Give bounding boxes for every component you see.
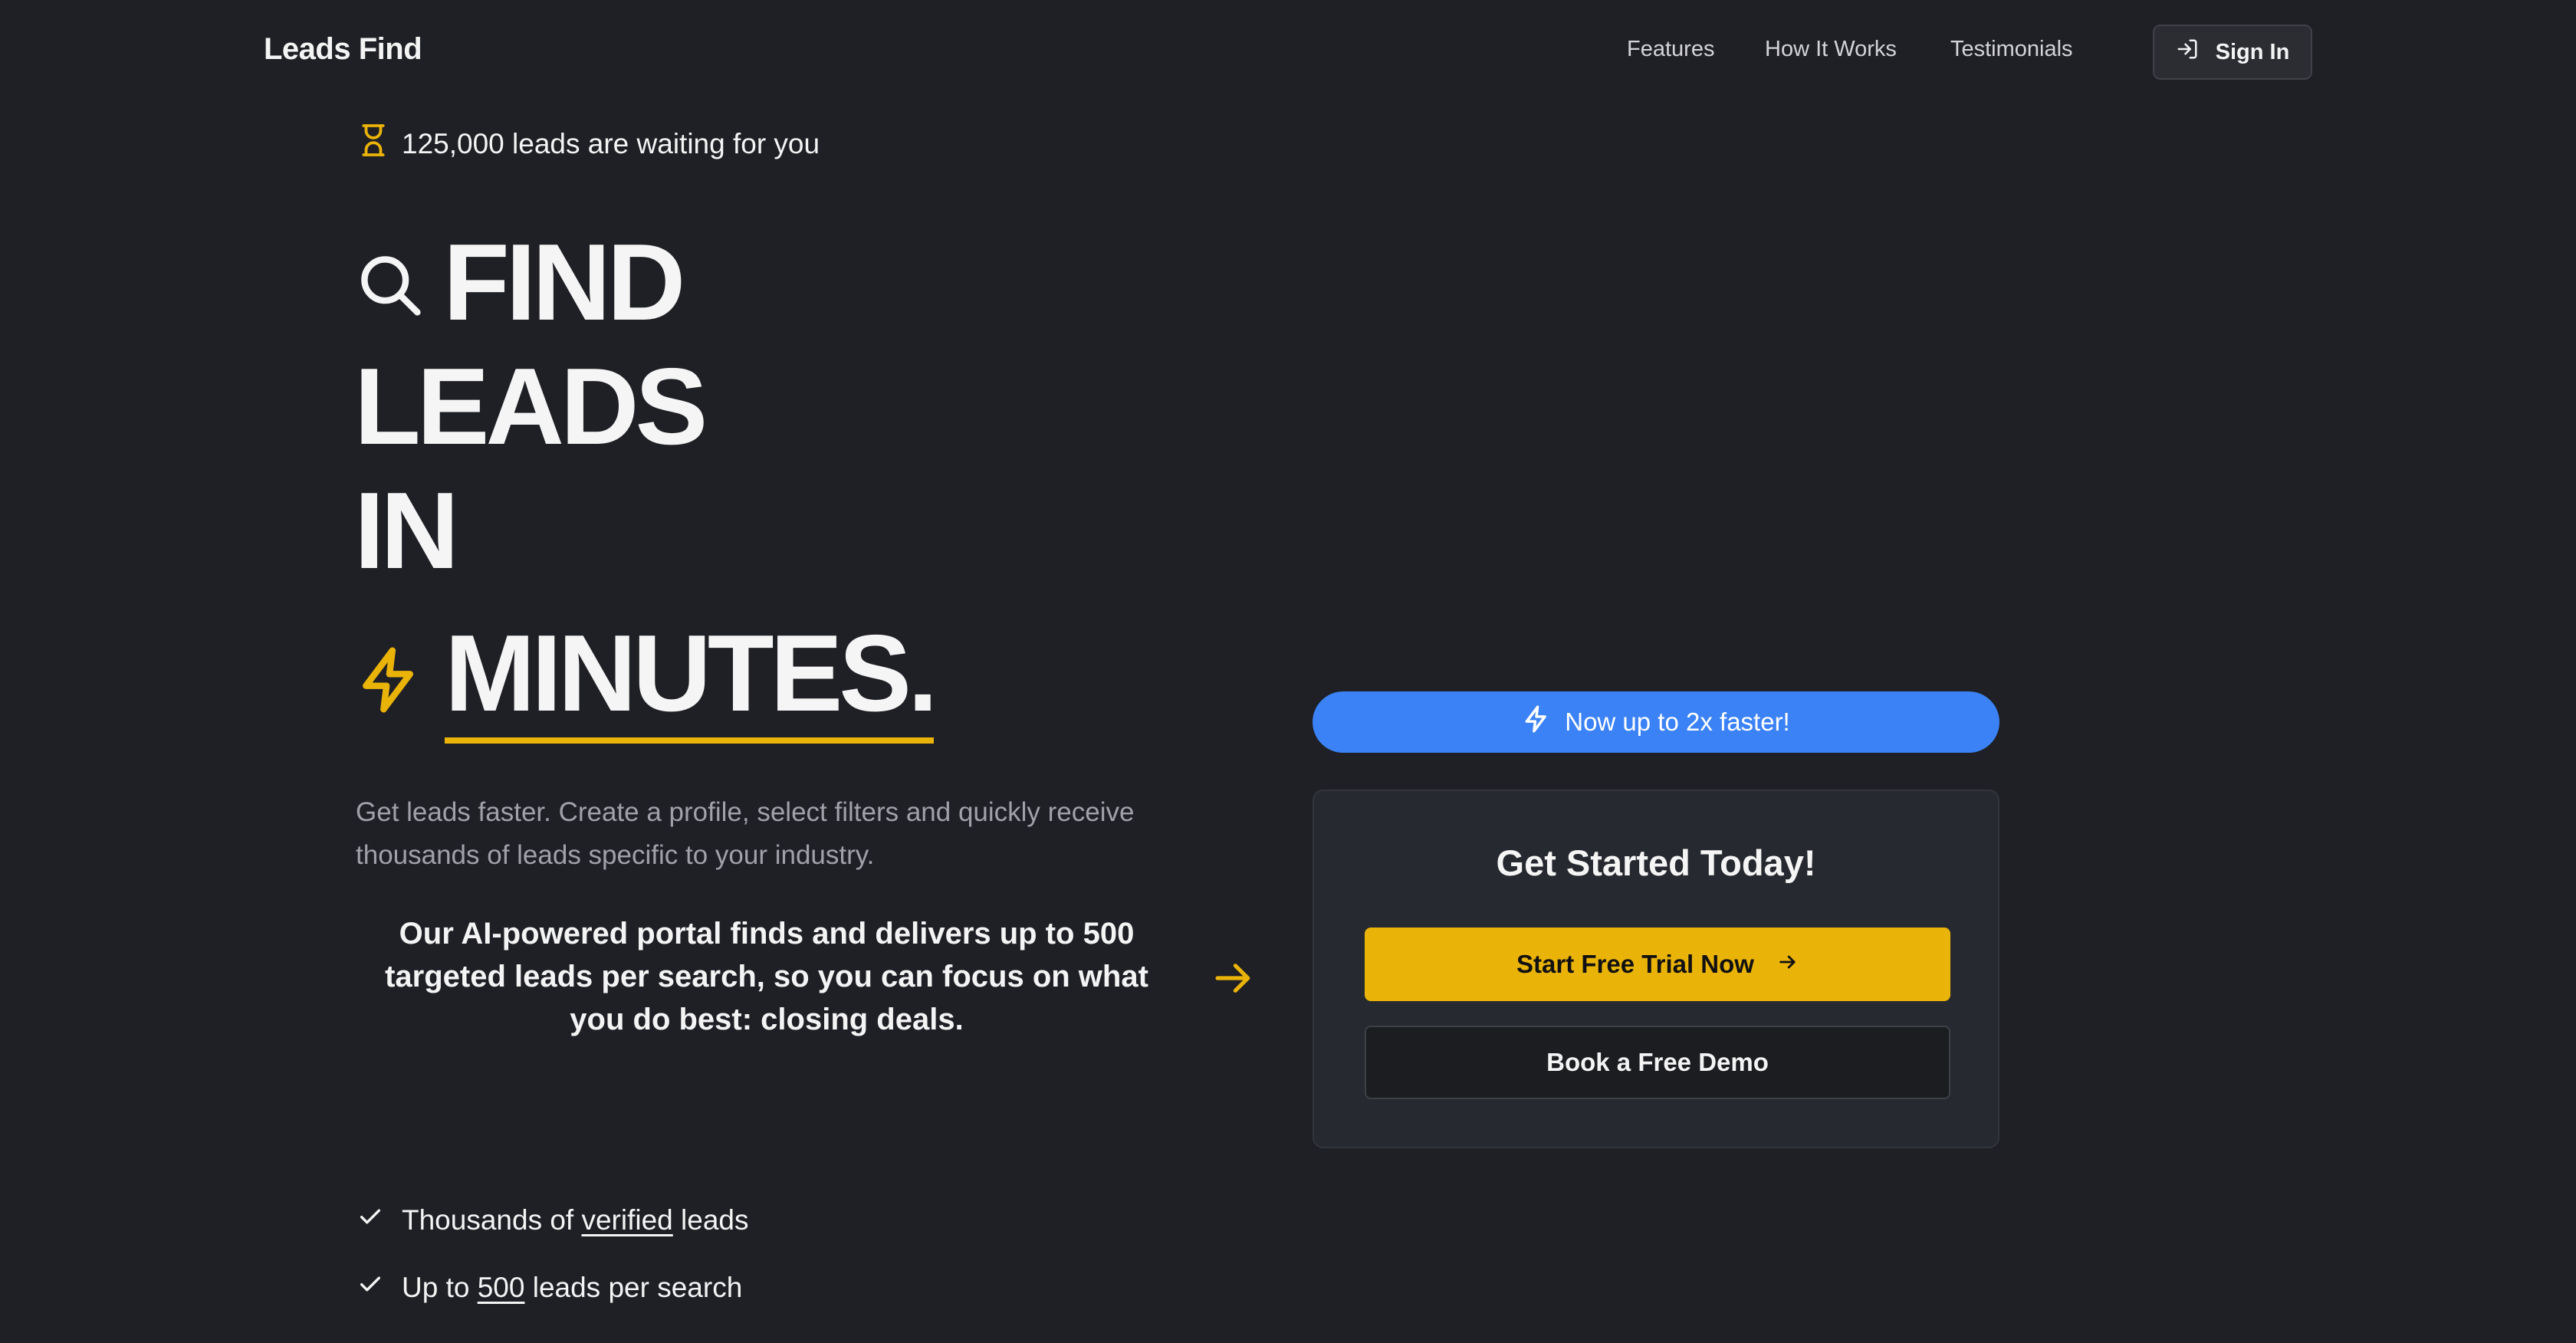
badge-text: 125,000 leads are waiting for you	[402, 127, 820, 159]
book-demo-label: Book a Free Demo	[1546, 1048, 1769, 1076]
nav-how-it-works[interactable]: How It Works	[1765, 37, 1897, 62]
book-demo-button[interactable]: Book a Free Demo	[1365, 1026, 1950, 1099]
arrow-right-icon	[1210, 957, 1257, 1003]
feature-text: Thousands of verified leads	[402, 1203, 749, 1236]
sign-in-label: Sign In	[2215, 39, 2290, 64]
cta-title: Get Started Today!	[1496, 842, 1816, 883]
feature-highlight[interactable]: 500	[478, 1272, 525, 1303]
feature-item-per-search: Up to 500 leads per search	[357, 1271, 742, 1304]
sign-in-icon	[2176, 38, 2199, 67]
ai-description: Our AI-powered portal finds and delivers…	[385, 917, 1148, 1036]
headline-line-1: FIND	[354, 222, 685, 343]
speed-pill-text: Now up to 2x faster!	[1565, 708, 1790, 736]
lightning-icon	[354, 627, 425, 736]
check-icon	[357, 1203, 383, 1236]
hourglass-icon	[359, 123, 388, 165]
headline-word-find: FIND	[443, 222, 685, 343]
leads-waiting-badge: 125,000 leads are waiting for you	[359, 123, 820, 165]
speed-pill: Now up to 2x faster!	[1313, 691, 1999, 753]
sign-in-button[interactable]: Sign In	[2153, 25, 2312, 80]
arrow-right-icon	[1777, 950, 1799, 979]
headline-word-minutes: MINUTES.	[445, 619, 938, 744]
check-icon	[357, 1271, 383, 1304]
start-free-trial-label: Start Free Trial Now	[1516, 950, 1754, 978]
headline-word-in: IN	[354, 470, 459, 592]
feature-item-verified: Thousands of verified leads	[357, 1203, 749, 1236]
headline-word-leads: LEADS	[354, 346, 708, 468]
feature-text: Up to 500 leads per search	[402, 1271, 743, 1303]
headline-line-4: MINUTES.	[354, 619, 938, 744]
feature-highlight[interactable]: verified	[581, 1204, 672, 1236]
search-icon	[354, 228, 425, 337]
lightning-icon	[1522, 704, 1551, 740]
brand-logo[interactable]: Leads Find	[264, 32, 422, 67]
page: Leads Find Features How It Works Testimo…	[0, 0, 2576, 1343]
nav-features[interactable]: Features	[1627, 37, 1714, 62]
hero-subtitle: Get leads faster. Create a profile, sele…	[356, 797, 1135, 870]
start-free-trial-button[interactable]: Start Free Trial Now	[1365, 928, 1950, 1001]
cta-card: Get Started Today! Start Free Trial Now …	[1313, 790, 1999, 1148]
nav-testimonials[interactable]: Testimonials	[1950, 37, 2073, 62]
